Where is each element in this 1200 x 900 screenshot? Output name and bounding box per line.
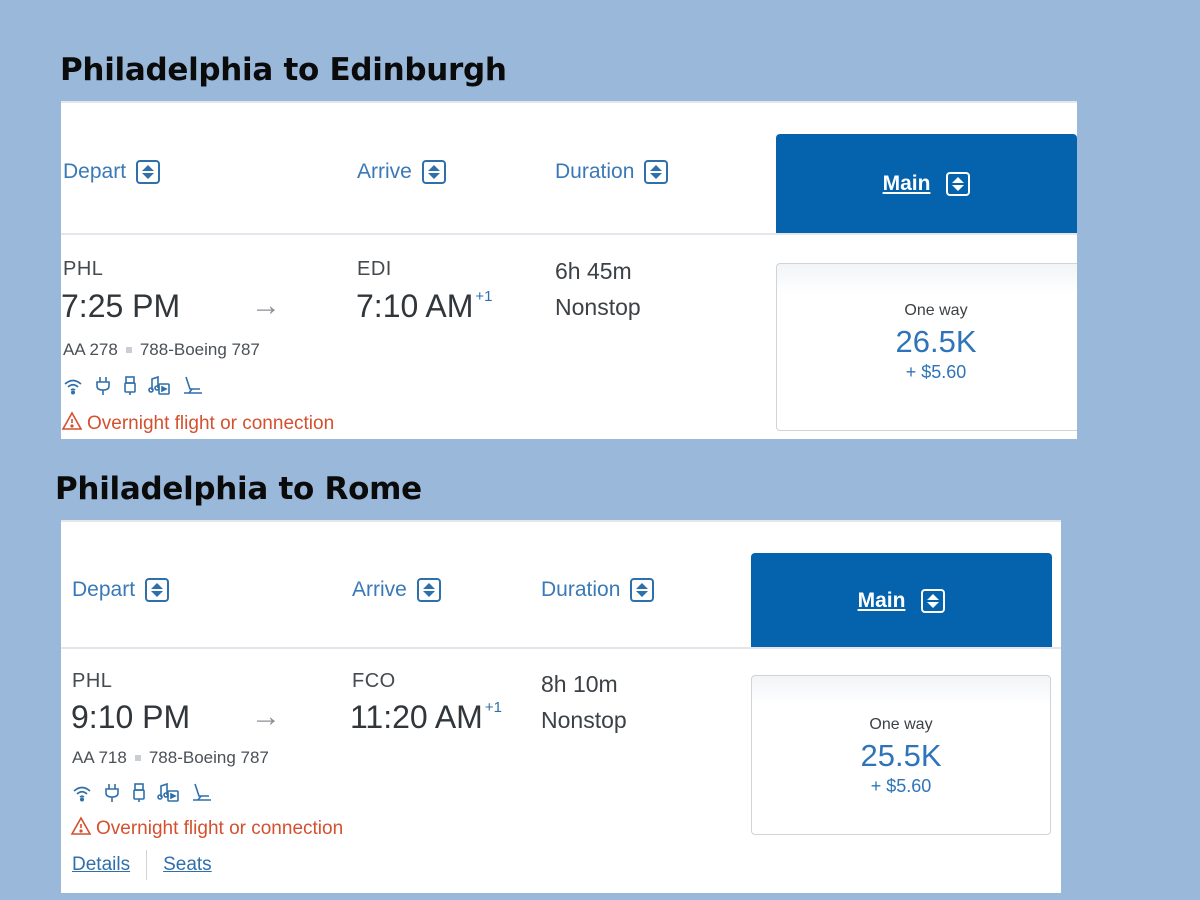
arrow-right-icon: → bbox=[251, 700, 281, 733]
duration-sort-header[interactable]: Duration bbox=[541, 578, 655, 602]
main-fare-button[interactable]: One way 25.5K + $5.60 bbox=[751, 675, 1051, 835]
departure-time: 9:10 PM bbox=[71, 699, 191, 735]
seats-link[interactable]: Seats bbox=[163, 854, 212, 876]
route-title: Philadelphia to Edinburgh bbox=[60, 52, 507, 88]
flight-card: Depart Arrive Duration Main PHL 7:25 PM … bbox=[61, 101, 1077, 439]
arrival-time-value: 7:10 AM bbox=[356, 288, 474, 324]
day-offset: +1 bbox=[475, 288, 493, 305]
sort-icon bbox=[136, 160, 161, 184]
warning-text: Overnight flight or connection bbox=[87, 413, 335, 434]
sort-icon bbox=[421, 160, 446, 184]
entertainment-icon bbox=[157, 783, 179, 803]
fare-fee: + $5.60 bbox=[905, 362, 967, 382]
warning-icon bbox=[70, 816, 92, 842]
duration-value: 6h 45m bbox=[555, 258, 632, 284]
fare-fee: + $5.60 bbox=[870, 776, 932, 796]
lie-flat-seat-icon bbox=[181, 376, 203, 396]
duration-value: 8h 10m bbox=[541, 671, 618, 697]
amenities bbox=[72, 783, 212, 803]
separator bbox=[125, 347, 132, 353]
flight-number: AA 718 bbox=[72, 748, 127, 767]
main-cabin-tab[interactable]: Main bbox=[776, 134, 1077, 234]
power-outlet-icon bbox=[103, 783, 121, 803]
arrival-time: 11:20 AM +1 bbox=[350, 699, 502, 736]
arrive-sort-header[interactable]: Arrive bbox=[357, 160, 446, 184]
sort-icon bbox=[416, 578, 441, 602]
destination-airport: FCO bbox=[352, 670, 396, 692]
arrive-sort-header[interactable]: Arrive bbox=[352, 578, 441, 602]
depart-header-label: Depart bbox=[63, 160, 127, 183]
depart-header-label: Depart bbox=[72, 578, 136, 601]
usb-icon bbox=[132, 783, 146, 803]
sort-icon bbox=[644, 160, 669, 184]
main-cabin-label: Main bbox=[857, 588, 906, 612]
departure-time: 7:25 PM bbox=[61, 288, 181, 324]
arrive-header-label: Arrive bbox=[357, 160, 412, 183]
flight-links: Details Seats bbox=[72, 850, 212, 880]
warning-icon bbox=[61, 411, 83, 437]
main-cabin-tab[interactable]: Main bbox=[751, 553, 1052, 648]
route-title: Philadelphia to Rome bbox=[55, 471, 422, 507]
header-divider bbox=[61, 233, 1077, 235]
overnight-warning: Overnight flight or connection bbox=[70, 816, 343, 842]
entertainment-icon bbox=[148, 376, 170, 396]
flight-number: AA 278 bbox=[63, 340, 118, 359]
depart-sort-header[interactable]: Depart bbox=[72, 578, 170, 602]
fare-miles: 25.5K bbox=[860, 738, 942, 773]
arrow-right-icon: → bbox=[251, 289, 281, 322]
sort-icon bbox=[145, 578, 170, 602]
warning-text: Overnight flight or connection bbox=[96, 818, 344, 839]
wifi-icon bbox=[63, 377, 83, 395]
day-offset: +1 bbox=[484, 699, 502, 716]
flight-info: AA 718 788-Boeing 787 bbox=[72, 748, 269, 768]
arrival-time-value: 11:20 AM bbox=[350, 699, 483, 735]
flight-duration: 6h 45m Nonstop bbox=[555, 253, 641, 325]
power-outlet-icon bbox=[94, 376, 112, 396]
duration-sort-header[interactable]: Duration bbox=[555, 160, 669, 184]
link-divider bbox=[146, 850, 148, 880]
details-link[interactable]: Details bbox=[72, 854, 130, 876]
sort-icon bbox=[921, 588, 946, 613]
aircraft-type: 788-Boeing 787 bbox=[148, 748, 269, 767]
depart-sort-header[interactable]: Depart bbox=[63, 160, 161, 184]
arrival-time: 7:10 AM +1 bbox=[356, 288, 493, 325]
duration-header-label: Duration bbox=[555, 160, 635, 183]
fare-miles: 26.5K bbox=[895, 324, 977, 359]
fare-type-label: One way bbox=[904, 302, 968, 319]
wifi-icon bbox=[72, 784, 92, 802]
main-cabin-label: Main bbox=[882, 172, 931, 195]
separator bbox=[134, 755, 141, 761]
main-fare-button[interactable]: One way 26.5K + $5.60 bbox=[776, 263, 1077, 431]
duration-header-label: Duration bbox=[541, 578, 621, 601]
origin-airport: PHL bbox=[72, 670, 113, 692]
aircraft-type: 788-Boeing 787 bbox=[139, 340, 260, 359]
stops-value: Nonstop bbox=[555, 294, 641, 320]
usb-icon bbox=[123, 376, 137, 396]
stops-value: Nonstop bbox=[541, 707, 627, 733]
sort-icon bbox=[946, 172, 971, 196]
amenities bbox=[63, 376, 203, 396]
fare-type-label: One way bbox=[869, 716, 933, 733]
lie-flat-seat-icon bbox=[190, 783, 212, 803]
overnight-warning: Overnight flight or connection bbox=[61, 411, 334, 437]
sort-icon bbox=[630, 578, 655, 602]
header-divider bbox=[61, 647, 1061, 649]
flight-duration: 8h 10m Nonstop bbox=[541, 666, 627, 738]
arrive-header-label: Arrive bbox=[352, 578, 407, 601]
origin-airport: PHL bbox=[63, 258, 104, 280]
flight-card: Depart Arrive Duration Main PHL 9:10 PM … bbox=[61, 520, 1061, 893]
destination-airport: EDI bbox=[357, 258, 392, 280]
flight-info: AA 278 788-Boeing 787 bbox=[63, 340, 260, 360]
